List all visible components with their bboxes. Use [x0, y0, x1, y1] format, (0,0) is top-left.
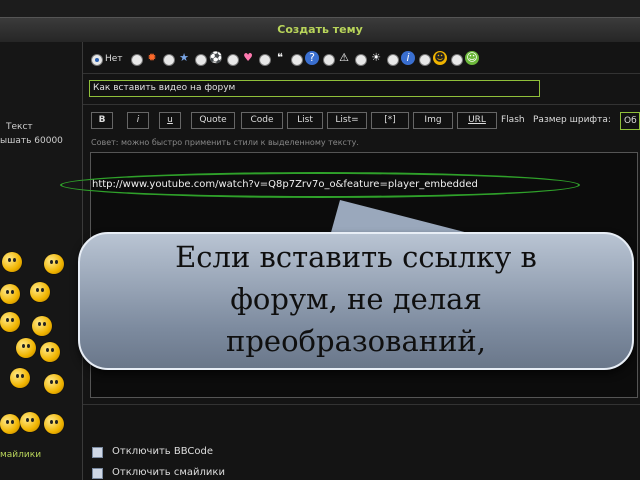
smiley-icon[interactable] [2, 252, 22, 272]
smiley-icon[interactable] [40, 342, 60, 362]
heart-icon: ♥ [243, 51, 253, 64]
disable-smilies-label: Отключить смайлики [112, 467, 225, 478]
bold-button[interactable]: B [91, 112, 113, 129]
smiley-icon[interactable] [10, 368, 30, 388]
smiley-grid [0, 246, 80, 446]
icon-radio[interactable] [451, 54, 463, 66]
icon-radio[interactable] [131, 54, 143, 66]
icon-radio[interactable] [259, 54, 271, 66]
smiley-icon[interactable] [0, 312, 20, 332]
icon-radio[interactable] [419, 54, 431, 66]
flash-button[interactable]: Flash [501, 115, 525, 125]
icon-radio[interactable] [387, 54, 399, 66]
sidebar-limit-label: ышать 60000 [0, 136, 63, 146]
icon-none-label: Нет [105, 54, 123, 64]
speech-icon: ❝ [277, 51, 283, 64]
disable-smilies-checkbox[interactable] [92, 468, 103, 479]
numbered-list-button[interactable]: List= [327, 112, 367, 129]
grin-icon: ☺ [465, 51, 479, 65]
code-button[interactable]: Code [241, 112, 283, 129]
smiley-icon[interactable] [0, 414, 20, 434]
subject-input[interactable]: Как вставить видео на форум [89, 80, 540, 97]
disable-bbcode-label: Отключить BBCode [112, 446, 213, 457]
icon-radio[interactable] [291, 54, 303, 66]
url-button[interactable]: URL [457, 112, 497, 129]
smiley-icon[interactable] [20, 412, 40, 432]
sidebar-text-label: Текст [6, 122, 33, 132]
smile-icon: ☻ [433, 51, 447, 65]
smiley-icon[interactable] [44, 374, 64, 394]
sidebar: Текст ышать 60000 майлики [0, 42, 83, 480]
underline-button[interactable]: u [159, 112, 181, 129]
icon-radio[interactable] [355, 54, 367, 66]
soccer-icon: ⚽ [209, 51, 223, 64]
more-smilies-link[interactable]: майлики [0, 450, 41, 460]
idea-icon: ☀ [371, 51, 381, 64]
title-bar: Создать тему [0, 17, 640, 43]
callout-line-2: форум, не делая [230, 282, 482, 316]
smiley-icon[interactable] [30, 282, 50, 302]
italic-button[interactable]: i [127, 112, 149, 129]
disable-bbcode-checkbox[interactable] [92, 447, 103, 458]
list-button[interactable]: List [287, 112, 323, 129]
info-icon: i [401, 51, 415, 65]
quote-button[interactable]: Quote [191, 112, 235, 129]
divider [83, 404, 640, 405]
question-icon: ? [305, 51, 319, 65]
fire-icon: ✹ [147, 51, 157, 64]
font-size-label: Размер шрифта: [533, 115, 611, 125]
hint-text: Совет: можно быстро применить стили к вы… [91, 138, 359, 147]
icon-radio[interactable] [323, 54, 335, 66]
font-size-select[interactable]: Об [620, 112, 640, 130]
divider [83, 73, 640, 74]
callout-line-3: преобразований, [226, 324, 486, 358]
smiley-icon[interactable] [16, 338, 36, 358]
warning-icon: ⚠ [339, 51, 349, 64]
smiley-icon[interactable] [44, 254, 64, 274]
icon-radio-none[interactable] [91, 54, 103, 66]
page-title: Создать тему [277, 23, 363, 36]
url-highlight-ellipse [60, 172, 580, 198]
star-icon: ★ [179, 51, 189, 64]
smiley-icon[interactable] [0, 284, 20, 304]
icon-radio[interactable] [227, 54, 239, 66]
callout-pointer [330, 200, 480, 236]
annotation-callout: Если вставить ссылку в форум, не делая п… [78, 232, 634, 370]
list-item-button[interactable]: [*] [371, 112, 409, 129]
smiley-icon[interactable] [44, 414, 64, 434]
icon-radio[interactable] [195, 54, 207, 66]
img-button[interactable]: Img [413, 112, 453, 129]
smiley-icon[interactable] [32, 316, 52, 336]
divider [83, 104, 640, 105]
callout-line-1: Если вставить ссылку в [175, 240, 537, 274]
icon-radio[interactable] [163, 54, 175, 66]
